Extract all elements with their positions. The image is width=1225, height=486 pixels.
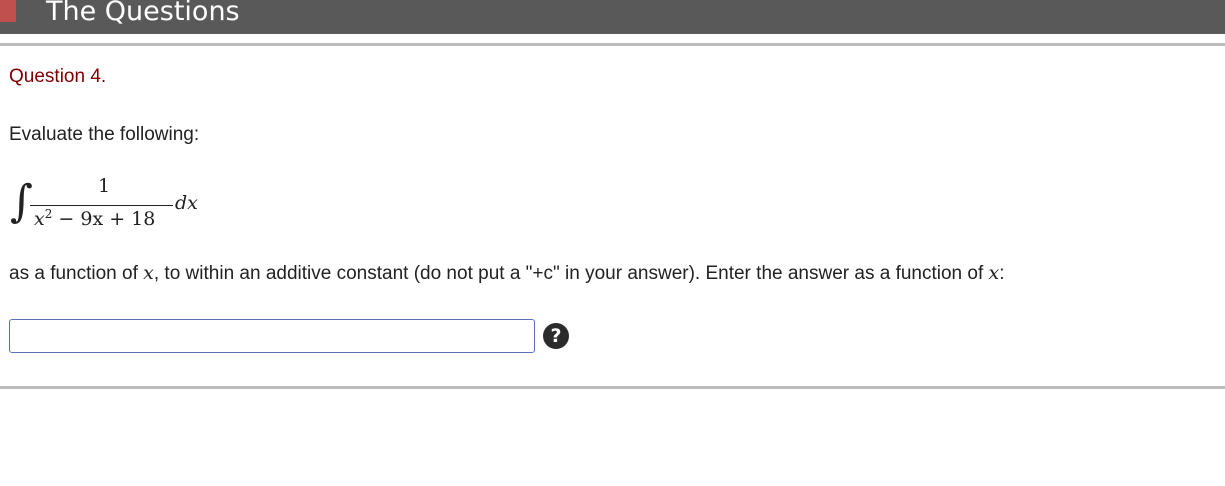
- header-accent: [0, 0, 16, 22]
- fraction-numerator: 1: [98, 175, 111, 197]
- instruction-variable-2: x: [988, 262, 1000, 284]
- instruction-part-1: as a function of: [9, 263, 144, 284]
- instruction-text: as a function of x, to within an additiv…: [9, 262, 1005, 285]
- denominator-variable: x: [34, 208, 45, 230]
- fraction-bar: [30, 205, 173, 206]
- page-title: The Questions: [46, 0, 240, 27]
- question-number: Question 4.: [9, 66, 107, 87]
- answer-input[interactable]: [9, 319, 535, 353]
- bottom-divider: [0, 386, 1225, 389]
- question-circle-icon[interactable]: ?: [543, 323, 569, 349]
- instruction-part-2: , to within an additive constant (do not…: [153, 263, 989, 284]
- header-bar: The Questions: [0, 0, 1225, 34]
- fraction-denominator: x2 − 9x + 18: [34, 207, 155, 230]
- instruction-part-3: :: [999, 263, 1005, 284]
- differential: dx: [175, 192, 198, 214]
- denominator-rest: − 9x + 18: [52, 208, 156, 230]
- integral-sign: ∫: [10, 176, 33, 227]
- question-prompt: Evaluate the following:: [9, 124, 200, 145]
- instruction-variable-1: x: [143, 262, 154, 284]
- top-divider: [0, 43, 1225, 46]
